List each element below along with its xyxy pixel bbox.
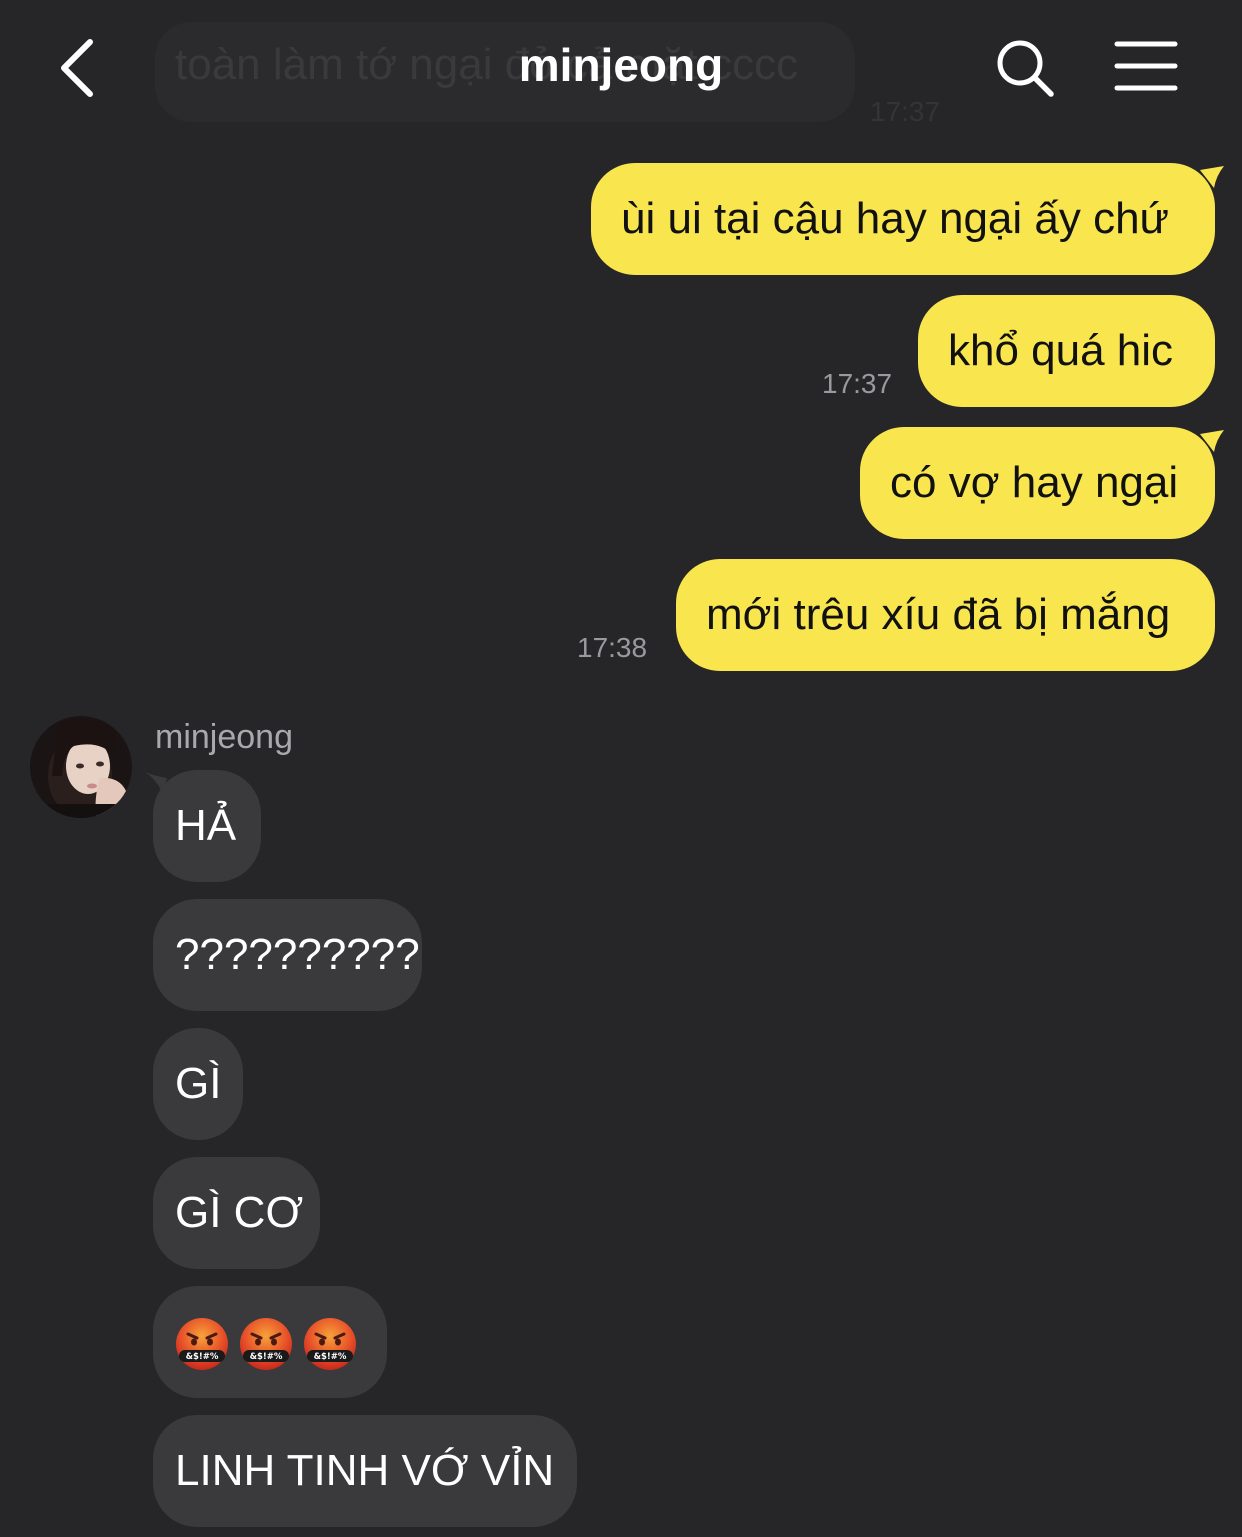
- face-with-symbols-on-mouth-icon: &$!#%: [240, 1318, 292, 1371]
- message-text: HẢ: [175, 801, 237, 850]
- hamburger-menu-icon[interactable]: [1114, 40, 1178, 92]
- incoming-message-bubble[interactable]: LINH TINH VỚ VỈN: [153, 1415, 577, 1527]
- emoji-symbols: &$!#%: [186, 1352, 219, 1362]
- chat-title: minjeong: [518, 39, 724, 91]
- face-with-symbols-on-mouth-icon: &$!#%: [176, 1318, 228, 1371]
- message-text: mới trêu xíu đã bị mắng: [706, 590, 1171, 639]
- chat-header: minjeong: [0, 0, 1242, 135]
- message-text: khổ quá hic: [948, 326, 1174, 375]
- sender-name: minjeong: [155, 718, 293, 756]
- message-text: ùi ui tại cậu hay ngại ấy chứ: [621, 194, 1170, 243]
- outgoing-message-bubble[interactable]: khổ quá hic: [918, 295, 1215, 407]
- message-timestamp: 17:38: [577, 632, 648, 663]
- message-timestamp: 17:37: [822, 368, 893, 399]
- avatar[interactable]: [30, 716, 132, 818]
- outgoing-message-bubble[interactable]: ùi ui tại cậu hay ngại ấy chứ: [591, 163, 1215, 275]
- incoming-message-bubble[interactable]: ??????????: [153, 899, 422, 1011]
- message-text: GÌ: [175, 1059, 222, 1108]
- incoming-message-bubble[interactable]: &$!#% &$!#% &$!#%: [153, 1286, 387, 1398]
- bubble-tail: [1200, 430, 1224, 452]
- incoming-message-bubble[interactable]: GÌ CƠ: [153, 1157, 320, 1269]
- message-text: có vợ hay ngại: [890, 458, 1179, 507]
- message-text: ??????????: [175, 930, 420, 979]
- message-text: GÌ CƠ: [175, 1188, 304, 1237]
- message-text: LINH TINH VỚ VỈN: [175, 1446, 555, 1495]
- emoji-symbols: &$!#%: [250, 1352, 283, 1362]
- emoji-symbols: &$!#%: [314, 1352, 347, 1362]
- outgoing-message-bubble[interactable]: mới trêu xíu đã bị mắng: [676, 559, 1215, 671]
- incoming-message-bubble[interactable]: GÌ: [153, 1028, 243, 1140]
- outgoing-message-bubble[interactable]: có vợ hay ngại: [860, 427, 1215, 539]
- face-with-symbols-on-mouth-icon: &$!#%: [304, 1318, 356, 1371]
- incoming-message-bubble[interactable]: HẢ: [153, 770, 261, 882]
- search-icon[interactable]: [995, 38, 1055, 98]
- bubble-tail: [1200, 166, 1224, 188]
